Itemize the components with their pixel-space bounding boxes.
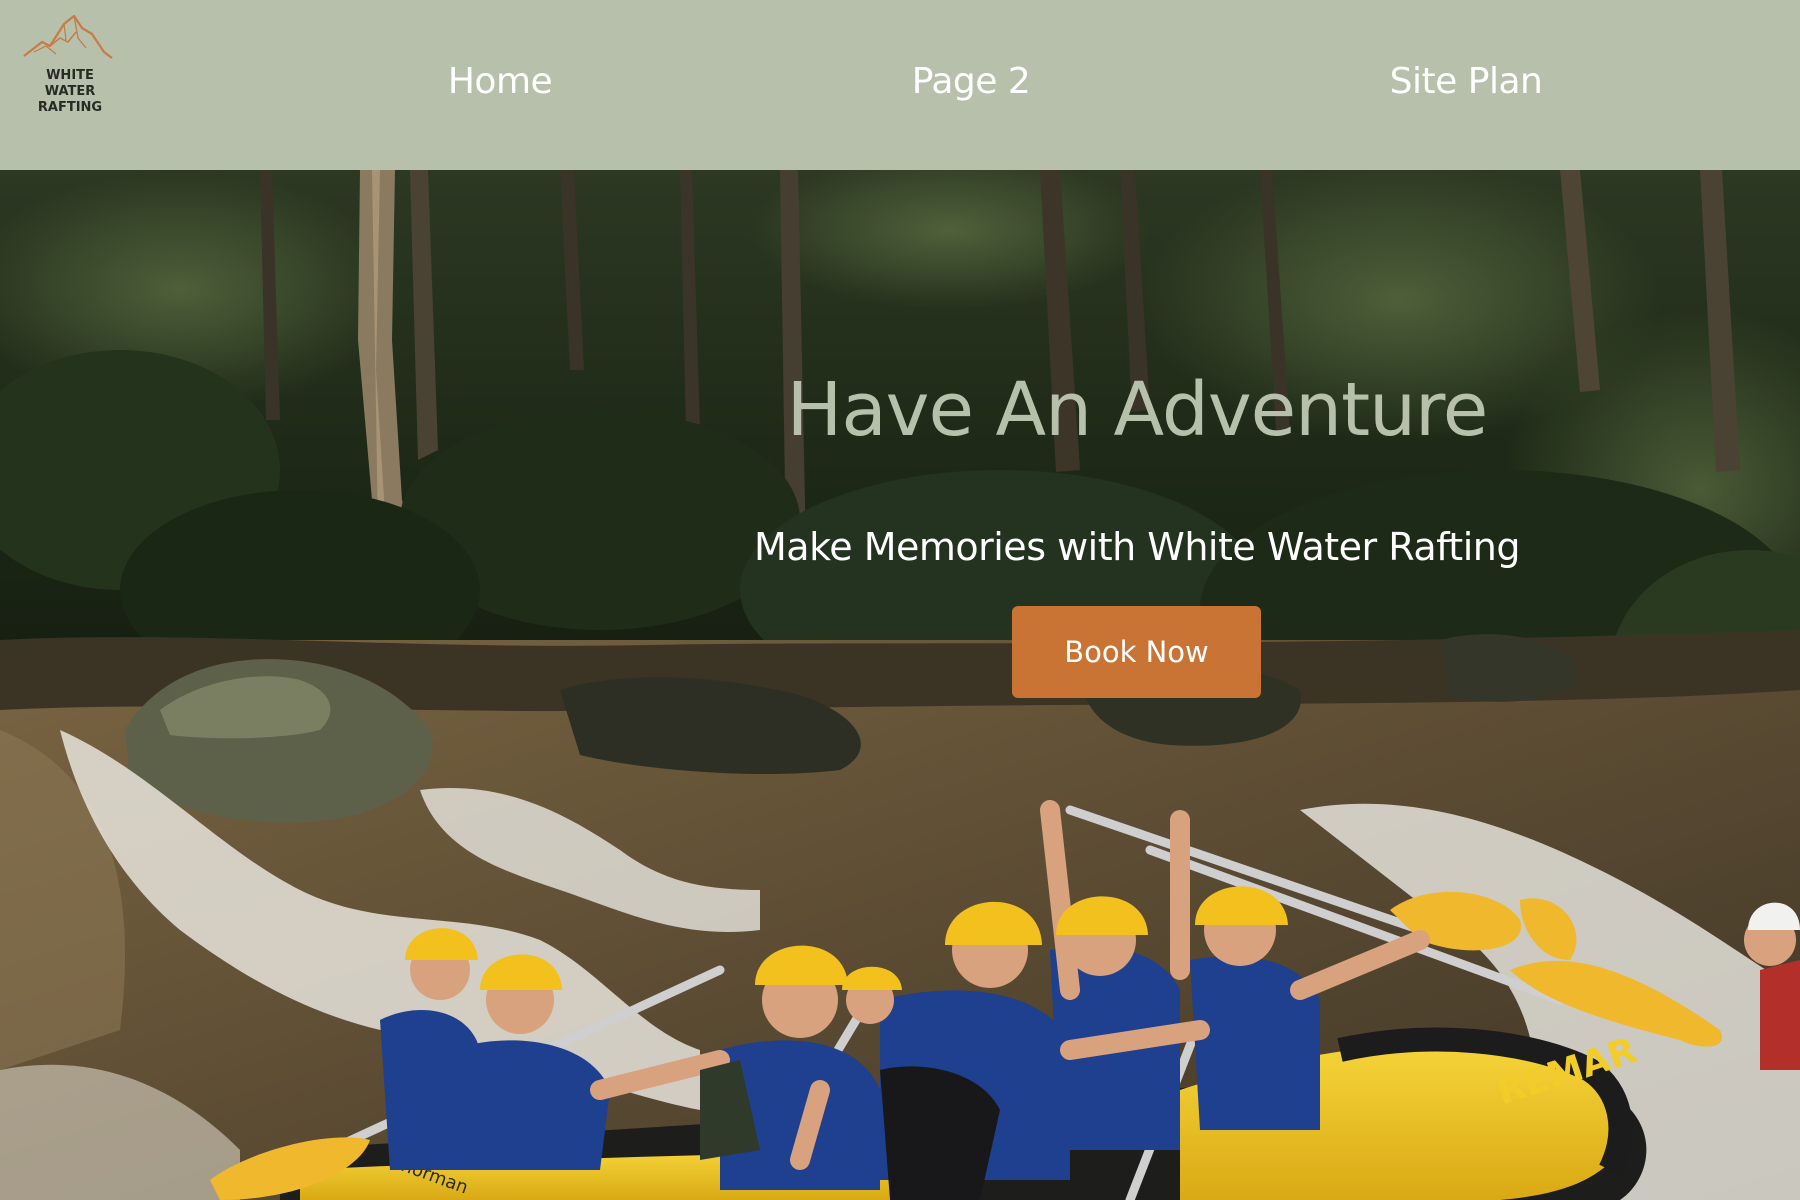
hero-subtitle: Make Memories with White Water Rafting <box>754 525 1520 569</box>
site-header: WHITE WATER RAFTING Home Page 2 Site Pla… <box>0 0 1800 170</box>
book-now-button[interactable]: Book Now <box>1012 606 1261 698</box>
logo-line-2: WATER <box>44 84 96 99</box>
nav-page-2-link[interactable]: Page 2 <box>912 60 1031 104</box>
hero-background-image: REMAR norman <box>0 170 1800 1200</box>
hero-title: Have An Adventure <box>786 367 1489 453</box>
hero-section: REMAR norman Have An Adventure Make Memo… <box>0 170 1800 1200</box>
logo-wordmark: WHITE WATER RAFTING <box>20 68 120 116</box>
nav-home-link[interactable]: Home <box>448 60 553 104</box>
logo-line-1: WHITE <box>46 68 94 83</box>
nav-site-plan-link[interactable]: Site Plan <box>1390 60 1543 104</box>
logo-line-3: RAFTING <box>37 100 103 115</box>
site-logo[interactable]: WHITE WATER RAFTING <box>20 12 120 130</box>
mountain-icon <box>23 14 113 59</box>
